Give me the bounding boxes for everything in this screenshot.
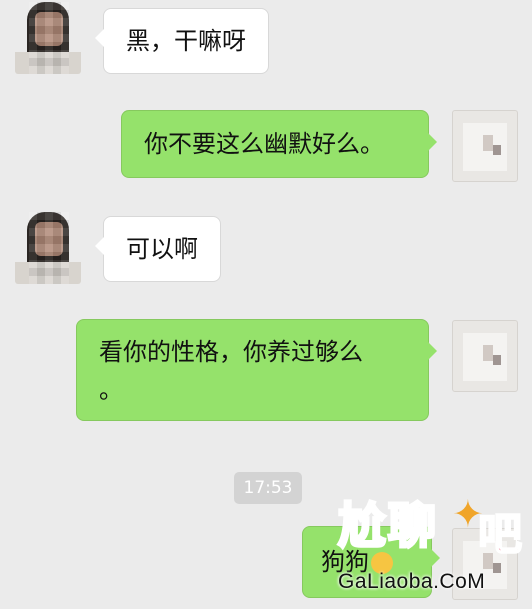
self-avatar[interactable] [452, 110, 518, 182]
bubble-tail [95, 237, 104, 255]
watermark-site-url: GaLiaoba.CoM [338, 570, 486, 593]
bubble-tail [428, 133, 437, 151]
message-bubble-outgoing[interactable]: 看你的性格，你养过够么 。 [76, 319, 437, 421]
watermark-logo-ba: 吧 [477, 508, 523, 561]
bubble-tail [95, 29, 104, 47]
message-text-line: 。 [99, 376, 123, 404]
site-watermark: 尬聊 ✦ 吧 GaLiaoba.CoM [328, 488, 524, 604]
contact-avatar[interactable] [15, 212, 81, 284]
message-text: 黑，干嘛呀 [126, 27, 246, 55]
message-text: 你不要这么幽默好么。 [144, 130, 384, 158]
message-bubble-outgoing[interactable]: 你不要这么幽默好么。 [121, 110, 437, 178]
message-text-line: 看你的性格，你养过够么 [99, 338, 363, 366]
bubble-tail [428, 342, 437, 360]
watermark-logo: 尬聊 [336, 497, 439, 556]
self-avatar[interactable] [452, 320, 518, 392]
message-bubble-incoming[interactable]: 黑，干嘛呀 [95, 8, 269, 74]
contact-avatar[interactable] [15, 2, 81, 74]
message-text: 可以啊 [126, 235, 198, 263]
message-bubble-incoming[interactable]: 可以啊 [95, 216, 221, 282]
timestamp-badge: 17:53 [234, 472, 302, 504]
